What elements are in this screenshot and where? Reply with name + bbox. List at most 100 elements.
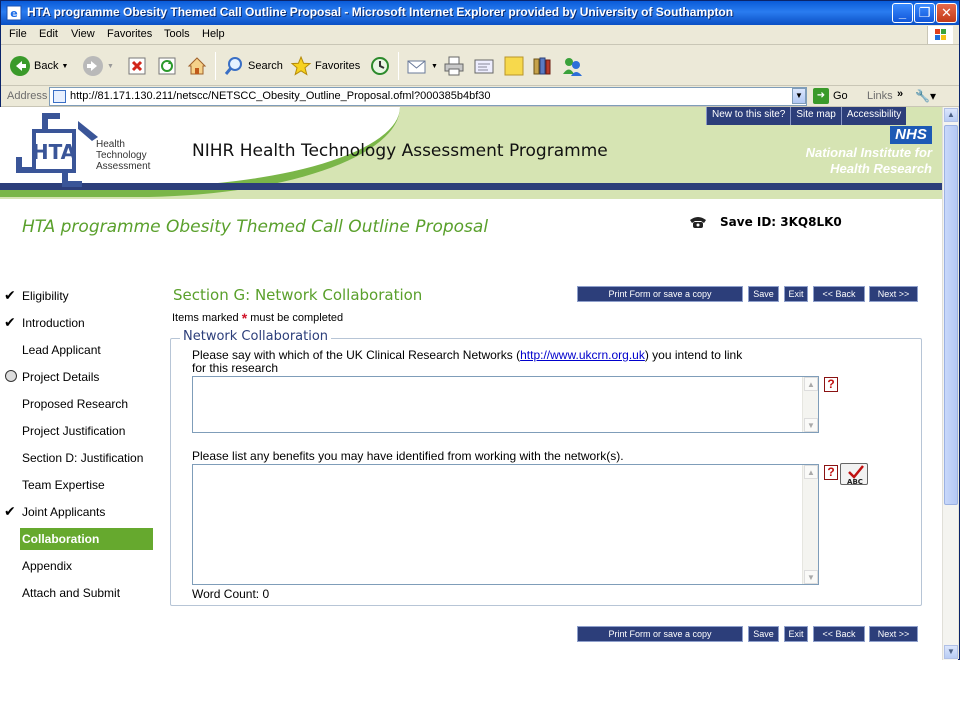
hta-logo-text: HTA bbox=[32, 140, 77, 164]
spell-check-icon[interactable]: ABC bbox=[840, 463, 868, 486]
exit-button[interactable]: Exit bbox=[784, 286, 808, 302]
nav-item-attach-and-submit[interactable]: Attach and Submit bbox=[0, 582, 160, 604]
nav-item-eligibility[interactable]: ✔ Eligibility bbox=[0, 285, 160, 307]
nav-item-label: Eligibility bbox=[22, 289, 69, 303]
link-accessibility[interactable]: Accessibility bbox=[840, 107, 906, 125]
link-new-to-site[interactable]: New to this site? bbox=[706, 107, 790, 125]
nav-item-label: Section D: Justification bbox=[22, 451, 144, 465]
save-button[interactable]: Save bbox=[748, 286, 779, 302]
scroll-down-icon[interactable]: ▼ bbox=[804, 570, 818, 584]
search-icon bbox=[224, 57, 242, 75]
nav-item-collaboration[interactable]: Collaboration bbox=[0, 528, 160, 550]
word-count: Word Count: 0 bbox=[192, 587, 270, 601]
address-url: http://81.171.130.211/netscc/NETSCC_Obes… bbox=[70, 90, 491, 102]
question-1: Please say with which of the UK Clinical… bbox=[192, 348, 743, 375]
page-scrollbar[interactable]: ▲ ▼ bbox=[942, 107, 958, 660]
nav-item-appendix[interactable]: Appendix bbox=[0, 555, 160, 577]
favorites-label: Favorites bbox=[315, 60, 361, 72]
menu-bar: File Edit View Favorites Tools Help bbox=[1, 25, 959, 45]
scroll-down-icon[interactable]: ▼ bbox=[944, 645, 958, 659]
next-page-button[interactable]: Next >> bbox=[869, 626, 918, 642]
mail-button[interactable]: ▼ bbox=[406, 53, 438, 79]
home-button[interactable] bbox=[186, 53, 208, 79]
links-label[interactable]: Links bbox=[867, 90, 893, 102]
forward-button[interactable]: ▼ bbox=[82, 53, 114, 79]
maximize-button[interactable]: ❐ bbox=[914, 3, 935, 23]
nav-item-label: Project Details bbox=[22, 370, 100, 384]
ie-icon: e bbox=[6, 5, 22, 21]
check-icon: ✔ bbox=[4, 314, 16, 330]
nav-item-label: Lead Applicant bbox=[22, 343, 101, 357]
check-icon: ✔ bbox=[4, 287, 16, 303]
minimize-button[interactable]: _ bbox=[892, 3, 913, 23]
menu-favorites[interactable]: Favorites bbox=[107, 28, 152, 40]
save-id: Save ID: 3KQ8LK0 bbox=[688, 215, 842, 229]
search-button[interactable]: Search bbox=[223, 53, 283, 79]
svg-text:e: e bbox=[10, 7, 17, 20]
print-form-button[interactable]: Print Form or save a copy bbox=[577, 626, 743, 642]
back-dropdown-icon[interactable]: ▼ bbox=[61, 63, 68, 70]
scroll-up-icon[interactable]: ▲ bbox=[944, 108, 958, 122]
menu-tools[interactable]: Tools bbox=[164, 28, 190, 40]
save-button[interactable]: Save bbox=[748, 626, 779, 642]
nav-item-proposed-research[interactable]: Proposed Research bbox=[0, 393, 160, 415]
print-form-button[interactable]: Print Form or save a copy bbox=[577, 286, 743, 302]
link-site-map[interactable]: Site map bbox=[790, 107, 840, 125]
menu-help[interactable]: Help bbox=[202, 28, 225, 40]
incomplete-circle-icon bbox=[5, 370, 17, 382]
go-arrow-icon: ➜ bbox=[813, 88, 829, 104]
nav-item-label: Attach and Submit bbox=[22, 586, 121, 600]
help-icon[interactable]: ? bbox=[824, 377, 838, 392]
menu-edit[interactable]: Edit bbox=[39, 28, 58, 40]
networks-textarea[interactable]: ▲ ▼ bbox=[192, 376, 819, 433]
address-bar: Address http://81.171.130.211/netscc/NET… bbox=[1, 87, 959, 107]
scroll-up-icon[interactable]: ▲ bbox=[804, 465, 818, 479]
top-links: New to this site? Site map Accessibility bbox=[706, 107, 907, 125]
menu-view[interactable]: View bbox=[71, 28, 95, 40]
toolbar-options-icon[interactable]: 🔧▾ bbox=[915, 89, 936, 103]
nav-item-team-expertise[interactable]: Team Expertise bbox=[0, 474, 160, 496]
edit-page-button[interactable] bbox=[473, 53, 495, 79]
next-page-button[interactable]: Next >> bbox=[869, 286, 918, 302]
benefits-textarea[interactable]: ▲ ▼ bbox=[192, 464, 819, 585]
research-books-icon bbox=[533, 57, 551, 75]
ukcrn-link[interactable]: http://www.ukcrn.org.uk bbox=[520, 348, 645, 362]
go-button[interactable]: ➜ Go bbox=[813, 88, 848, 104]
nav-item-joint-applicants[interactable]: ✔ Joint Applicants bbox=[0, 501, 160, 523]
scroll-down-icon[interactable]: ▼ bbox=[804, 418, 818, 432]
links-chevron-icon[interactable]: » bbox=[897, 88, 903, 100]
nav-item-lead-applicant[interactable]: Lead Applicant bbox=[0, 339, 160, 361]
menu-file[interactable]: File bbox=[9, 28, 27, 40]
nav-item-section-d-justification[interactable]: Section D: Justification bbox=[0, 447, 160, 469]
stop-button[interactable] bbox=[127, 53, 147, 79]
address-dropdown-icon[interactable]: ▼ bbox=[792, 88, 806, 104]
toolbar: Back ▼ ▼ Search Favorites ▼ bbox=[1, 46, 959, 86]
check-icon: ✔ bbox=[4, 503, 16, 519]
page-icon bbox=[53, 90, 66, 103]
refresh-button[interactable] bbox=[157, 53, 177, 79]
close-button[interactable]: ✕ bbox=[936, 3, 957, 23]
exit-button[interactable]: Exit bbox=[784, 626, 808, 642]
back-page-button[interactable]: << Back bbox=[813, 626, 865, 642]
blank-area bbox=[0, 660, 960, 720]
forward-dropdown-icon[interactable]: ▼ bbox=[107, 63, 114, 70]
research-button[interactable] bbox=[531, 53, 553, 79]
back-page-button[interactable]: << Back bbox=[813, 286, 865, 302]
notes-button[interactable] bbox=[503, 53, 525, 79]
nav-item-project-justification[interactable]: Project Justification bbox=[0, 420, 160, 442]
textarea-scrollbar[interactable]: ▲ ▼ bbox=[802, 465, 818, 584]
mail-dropdown-icon[interactable]: ▼ bbox=[431, 63, 438, 70]
scroll-thumb[interactable] bbox=[944, 125, 958, 505]
print-toolbar-button[interactable] bbox=[443, 53, 465, 79]
fieldset-legend: Network Collaboration bbox=[180, 329, 332, 344]
history-button[interactable] bbox=[369, 53, 391, 79]
back-button[interactable]: Back ▼ bbox=[9, 53, 68, 79]
scroll-up-icon[interactable]: ▲ bbox=[804, 377, 818, 391]
nav-item-introduction[interactable]: ✔ Introduction bbox=[0, 312, 160, 334]
textarea-scrollbar[interactable]: ▲ ▼ bbox=[802, 377, 818, 432]
nav-item-project-details[interactable]: Project Details bbox=[0, 366, 160, 388]
help-icon[interactable]: ? bbox=[824, 465, 838, 480]
favorites-button[interactable]: Favorites bbox=[290, 53, 360, 79]
address-input[interactable]: http://81.171.130.211/netscc/NETSCC_Obes… bbox=[49, 87, 807, 106]
messenger-button[interactable] bbox=[561, 53, 583, 79]
